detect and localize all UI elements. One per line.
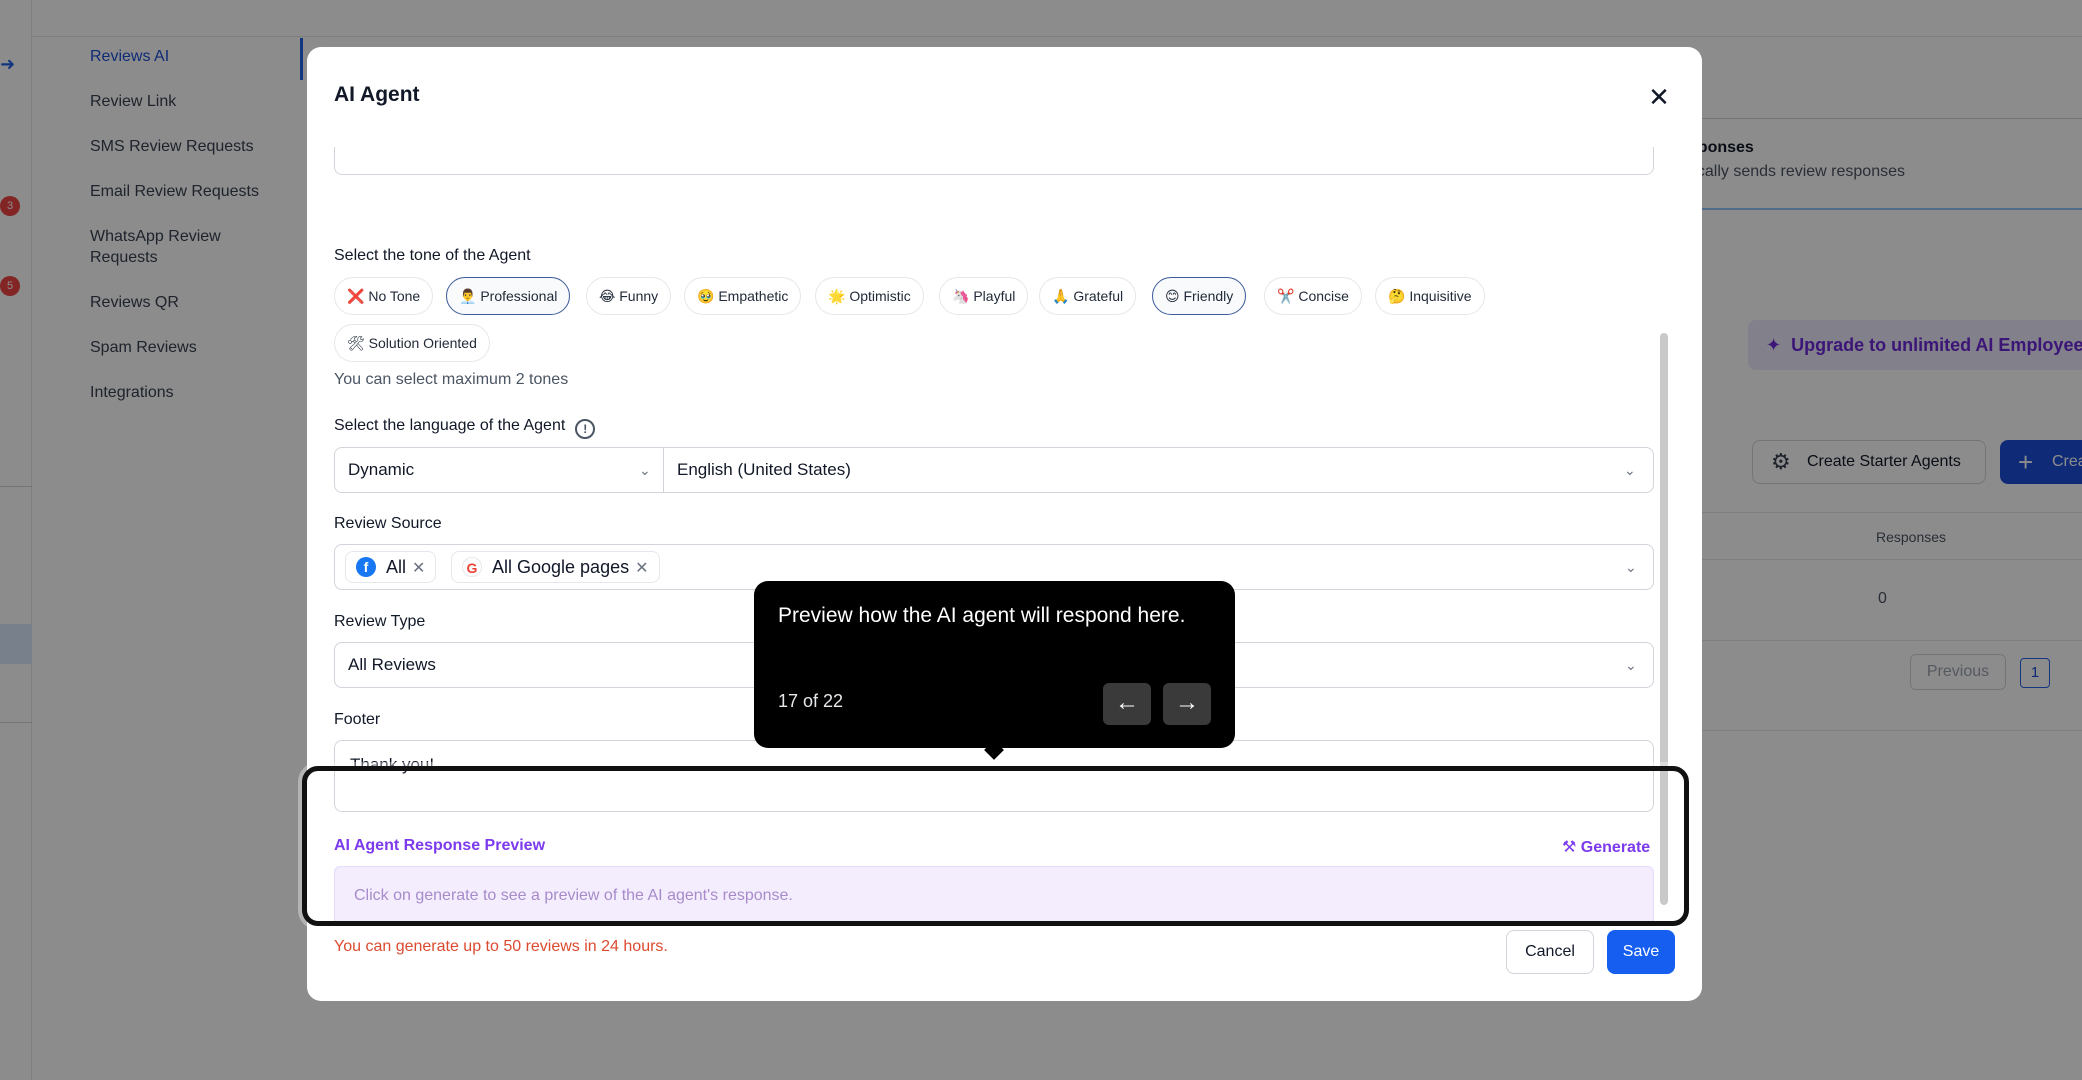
tone-chip-label: Friendly [1183,288,1234,304]
empathy-icon: 🥹 [697,288,715,304]
language-label: Select the language of the Agent [334,417,566,434]
cross-icon: ❌ [347,288,365,304]
tone-chip-concise[interactable]: ✂️ Concise [1264,277,1362,315]
language-select-row: Dynamic ⌄ English (United States) ⌄ [334,447,1654,493]
tour-tooltip: Preview how the AI agent will respond he… [754,581,1235,748]
review-source-label: Review Source [334,515,442,532]
tone-chip-label: Concise [1298,288,1349,304]
language-label-row: Select the language of the Agent! [334,417,596,439]
source-tag-label: All Google pages [492,557,630,577]
modal-title: AI Agent [334,83,420,106]
unicorn-icon: 🦄 [952,288,970,304]
tone-chip-professional[interactable]: 👨‍💼 Professional [446,277,571,315]
star-icon: 🌟 [828,288,846,304]
tone-chip-inquisitive[interactable]: 🤔 Inquisitive [1375,277,1485,315]
tone-chip-optimistic[interactable]: 🌟 Optimistic [815,277,924,315]
instructions-textarea[interactable] [334,147,1654,175]
laugh-icon: 😂 [599,288,616,304]
tone-chip-funny[interactable]: 😂 Funny [586,277,672,315]
tone-chip-label: Inquisitive [1409,288,1472,304]
source-tag-facebook: f All ✕ [345,551,437,583]
tone-chip-label: Grateful [1073,288,1124,304]
smile-icon: 😊 [1165,288,1180,304]
tone-chip-label: Empathetic [718,288,789,304]
pray-icon: 🙏 [1052,288,1070,304]
footer-label: Footer [334,711,381,728]
professional-icon: 👨‍💼 [459,288,477,304]
language-mode-value: Dynamic [348,460,415,479]
tour-step-counter: 17 of 22 [778,691,844,711]
tone-chip-label: Professional [480,288,558,304]
tone-hint: You can select maximum 2 tones [334,371,569,388]
tone-chip-label: No Tone [368,288,421,304]
tone-label: Select the tone of the Agent [334,247,531,264]
info-icon[interactable]: ! [575,419,596,439]
arrow-right-icon[interactable]: → [1163,683,1211,725]
google-icon: G [462,557,482,577]
tone-chip-label: Optimistic [849,288,911,304]
language-select[interactable]: English (United States) ⌄ [664,448,1654,492]
save-button[interactable]: Save [1607,930,1675,974]
cancel-button[interactable]: Cancel [1506,930,1594,974]
language-value: English (United States) [677,460,851,479]
tooltip-text: Preview how the AI agent will respond he… [778,604,1186,627]
generation-limit-text: You can generate up to 50 reviews in 24 … [334,938,668,955]
tone-chip-label: Solution Oriented [368,335,477,351]
source-tag-google: G All Google pages ✕ [451,551,660,583]
review-type-value: All Reviews [348,655,436,674]
tone-chip-empathetic[interactable]: 🥹 Empathetic [684,277,802,315]
tone-chip-label: Playful [973,288,1016,304]
chevron-down-icon: ⌄ [1624,462,1636,478]
source-tag-label: All [386,557,407,577]
chevron-down-icon: ⌄ [639,462,651,478]
close-icon[interactable]: ✕ [1643,81,1675,113]
tools-icon: 🛠 [347,335,365,351]
tone-chip-no-tone[interactable]: ❌ No Tone [334,277,434,315]
tone-chip-friendly[interactable]: 😊 Friendly [1152,277,1247,315]
arrow-left-icon[interactable]: ← [1103,683,1151,725]
review-type-label: Review Type [334,613,426,630]
tone-chip-grateful[interactable]: 🙏 Grateful [1039,277,1137,315]
tone-chip-solution-oriented[interactable]: 🛠 Solution Oriented [334,324,490,362]
scissors-icon: ✂️ [1277,288,1295,304]
tone-chip-playful[interactable]: 🦄 Playful [939,277,1029,315]
remove-tag-icon[interactable]: ✕ [412,560,425,577]
remove-tag-icon[interactable]: ✕ [635,560,648,577]
chevron-down-icon: ⌄ [1625,559,1637,575]
tone-chip-label: Funny [619,288,659,304]
chevron-down-icon: ⌄ [1625,657,1637,673]
language-mode-select[interactable]: Dynamic ⌄ [335,448,663,492]
facebook-icon: f [356,557,376,577]
tour-highlight [302,766,1689,926]
thinking-icon: 🤔 [1388,288,1406,304]
